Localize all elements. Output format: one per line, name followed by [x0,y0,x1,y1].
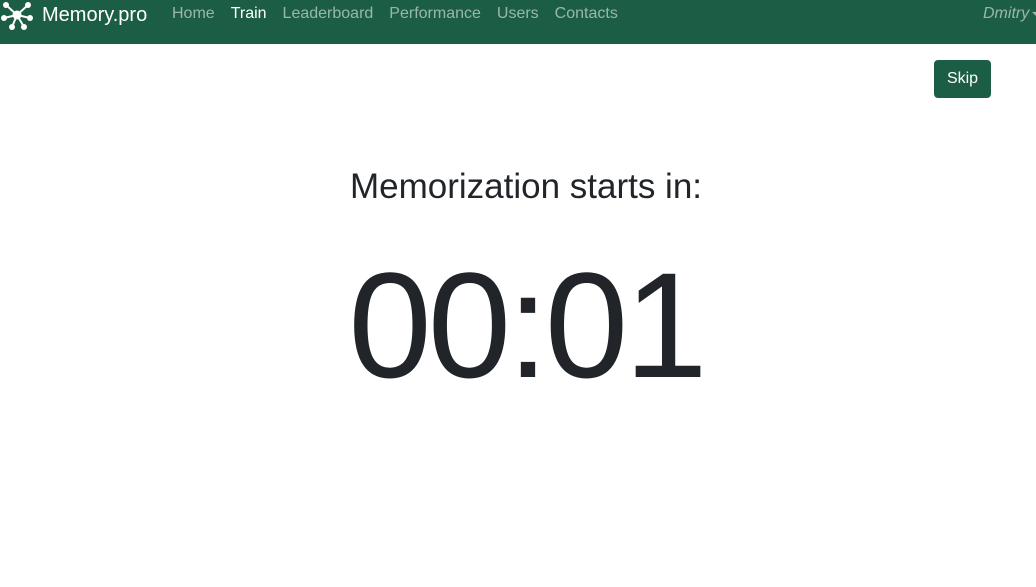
caret-down-icon [1032,11,1036,17]
brand-link[interactable]: Memory.pro [0,0,147,30]
nav-link-users[interactable]: Users [489,0,547,28]
brand-name: Memory.pro [42,4,148,26]
user-menu-dropdown[interactable]: Dmitry [983,0,1036,28]
main-nav: Home Train Leaderboard Performance Users… [164,0,626,28]
top-navbar: Memory.pro Home Train Leaderboard Perfor… [0,0,1036,44]
skip-button[interactable]: Skip [934,60,991,98]
nav-link-performance[interactable]: Performance [381,0,489,28]
countdown-timer: 00:01 [348,241,707,409]
nav-link-leaderboard[interactable]: Leaderboard [275,0,382,28]
nav-link-contacts[interactable]: Contacts [547,0,626,28]
countdown-heading: Memorization starts in: [349,167,703,206]
nav-link-train[interactable]: Train [223,0,275,28]
molecule-network-icon [1,2,33,30]
nav-link-home[interactable]: Home [164,0,223,28]
user-name: Dmitry [983,5,1030,22]
